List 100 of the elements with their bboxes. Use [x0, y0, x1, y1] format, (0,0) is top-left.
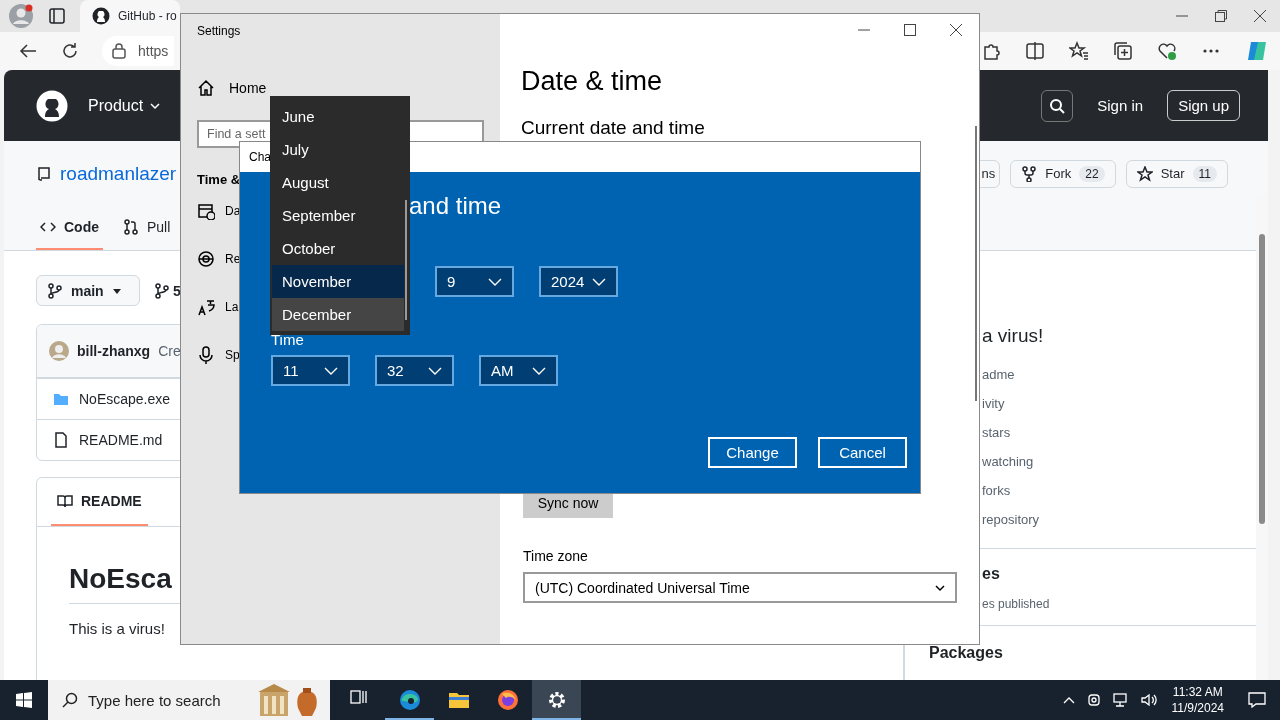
profile-icon[interactable] [8, 3, 34, 29]
dialog-heading: and time [409, 192, 503, 221]
chevron-icon [324, 365, 338, 376]
select-field[interactable]: 9 [435, 266, 514, 297]
time-zone-dropdown[interactable]: (UTC) Coordinated Universal Time [523, 572, 957, 603]
repo-tab[interactable]: Code [36, 206, 103, 250]
restore-icon[interactable] [1215, 10, 1227, 22]
branch-count[interactable]: 5 [173, 282, 181, 299]
device-icon[interactable] [1085, 692, 1102, 708]
select-field[interactable]: 2024 [539, 266, 618, 297]
home-nav-item[interactable]: Home [197, 76, 500, 100]
month-option[interactable]: September [272, 199, 404, 232]
file-link[interactable]: NoEscape.exe [79, 391, 171, 407]
select-field[interactable]: 32 [375, 355, 454, 386]
releases-heading: es [982, 565, 1000, 583]
about-link[interactable]: stars [982, 418, 1011, 447]
lock-icon [112, 43, 126, 59]
month-option[interactable]: December [272, 298, 404, 331]
tab-actions-icon[interactable] [48, 7, 66, 25]
month-option[interactable]: June [272, 100, 404, 133]
chevron-icon [935, 582, 945, 593]
close-icon[interactable] [950, 24, 962, 36]
packages-heading: Packages [928, 644, 1004, 662]
month-option[interactable]: August [272, 166, 404, 199]
month-option[interactable]: November [272, 265, 404, 298]
calendar-icon [197, 202, 215, 220]
maximize-icon[interactable] [904, 24, 916, 36]
about-link[interactable]: adme [982, 360, 1015, 389]
chevron-icon [428, 365, 442, 376]
readme-heading: NoEsca [69, 563, 172, 595]
section-subheading: Current date and time [521, 117, 706, 139]
split-screen-icon[interactable] [1025, 41, 1045, 61]
settings-nav-item[interactable]: Re [197, 235, 241, 283]
heart-icon[interactable] [1157, 41, 1177, 61]
taskbar-search-field[interactable]: Type here to search [48, 680, 330, 720]
dialog-button[interactable]: Cancel [818, 437, 907, 468]
language-icon [197, 298, 215, 316]
month-option[interactable]: October [272, 232, 404, 265]
search-button[interactable] [1041, 89, 1074, 122]
refresh-icon[interactable] [60, 41, 80, 61]
windows-logo-icon [16, 692, 32, 708]
star-icon [1136, 165, 1153, 182]
search-icon [62, 692, 78, 708]
about-link[interactable]: watching [982, 447, 1034, 476]
sign-up-button[interactable]: Sign up [1167, 90, 1240, 121]
repo-tab[interactable]: Pull [119, 206, 175, 250]
address-bar[interactable]: https [102, 36, 174, 66]
section-heading: Time & [197, 172, 241, 187]
settings-nav-item[interactable]: Da [197, 187, 241, 235]
tab-title: GitHub - ro [118, 9, 177, 23]
file-link[interactable]: README.md [79, 432, 163, 448]
browser-tab[interactable]: GitHub - ro [80, 0, 180, 32]
count-badge: 22 [1079, 165, 1105, 182]
browser-icon [397, 688, 422, 712]
about-text: a virus! [982, 325, 1044, 347]
clock[interactable]: 11:32 AM 11/9/2024 [1171, 684, 1224, 716]
readme-text: This is a virus! [69, 620, 166, 637]
file-icon [53, 432, 69, 448]
releases-note: es published [982, 597, 1050, 611]
commit-message: Cre [158, 343, 181, 359]
avatar-icon [49, 341, 69, 361]
commit-author[interactable]: bill-zhanxg [77, 343, 151, 359]
fork-icon [1021, 165, 1038, 182]
pull-icon [123, 219, 139, 235]
field-label: Time zone [523, 548, 589, 564]
chevron-icon [592, 276, 606, 287]
about-link[interactable]: ivity [982, 389, 1005, 418]
microphone-icon [197, 346, 215, 364]
favorites-icon[interactable] [1069, 41, 1089, 61]
star-button[interactable]: Star 11 [1125, 159, 1228, 188]
field-label: Time [271, 331, 305, 349]
collections-icon[interactable] [1113, 41, 1133, 61]
count-badge: 11 [1192, 165, 1217, 182]
home-icon [197, 79, 215, 97]
close-icon[interactable] [1254, 10, 1266, 22]
puzzle-icon[interactable] [981, 41, 1001, 61]
settings-nav-item[interactable]: Sp [197, 331, 240, 379]
select-field[interactable]: AM [479, 355, 558, 386]
search-icon [1049, 97, 1066, 114]
settings-nav-item[interactable]: La [197, 283, 239, 331]
repo-name-link[interactable]: roadmanlazer [60, 162, 177, 185]
repo-icon [36, 165, 52, 182]
notification-icon[interactable] [1248, 692, 1266, 708]
speaker-icon[interactable] [1139, 692, 1158, 708]
nav-menu[interactable]: Product [88, 96, 162, 115]
dialog-button[interactable]: Change [708, 437, 797, 468]
sign-in-link[interactable]: Sign in [1097, 97, 1144, 114]
folder-icon [53, 391, 69, 407]
fork-button[interactable]: Fork 22 [1010, 159, 1116, 188]
network-icon[interactable] [1111, 692, 1130, 708]
globe-icon [197, 250, 215, 268]
browser-icon [495, 688, 520, 712]
month-option[interactable]: July [272, 133, 404, 166]
taskbar-app[interactable] [532, 680, 581, 720]
select-field[interactable]: 11 [271, 355, 350, 386]
readme-tab[interactable]: README [51, 478, 148, 526]
about-link[interactable]: repository [982, 505, 1040, 534]
about-link[interactable]: forks [982, 476, 1011, 505]
branch-button[interactable]: main [36, 275, 140, 306]
chevron-icon [532, 365, 546, 376]
